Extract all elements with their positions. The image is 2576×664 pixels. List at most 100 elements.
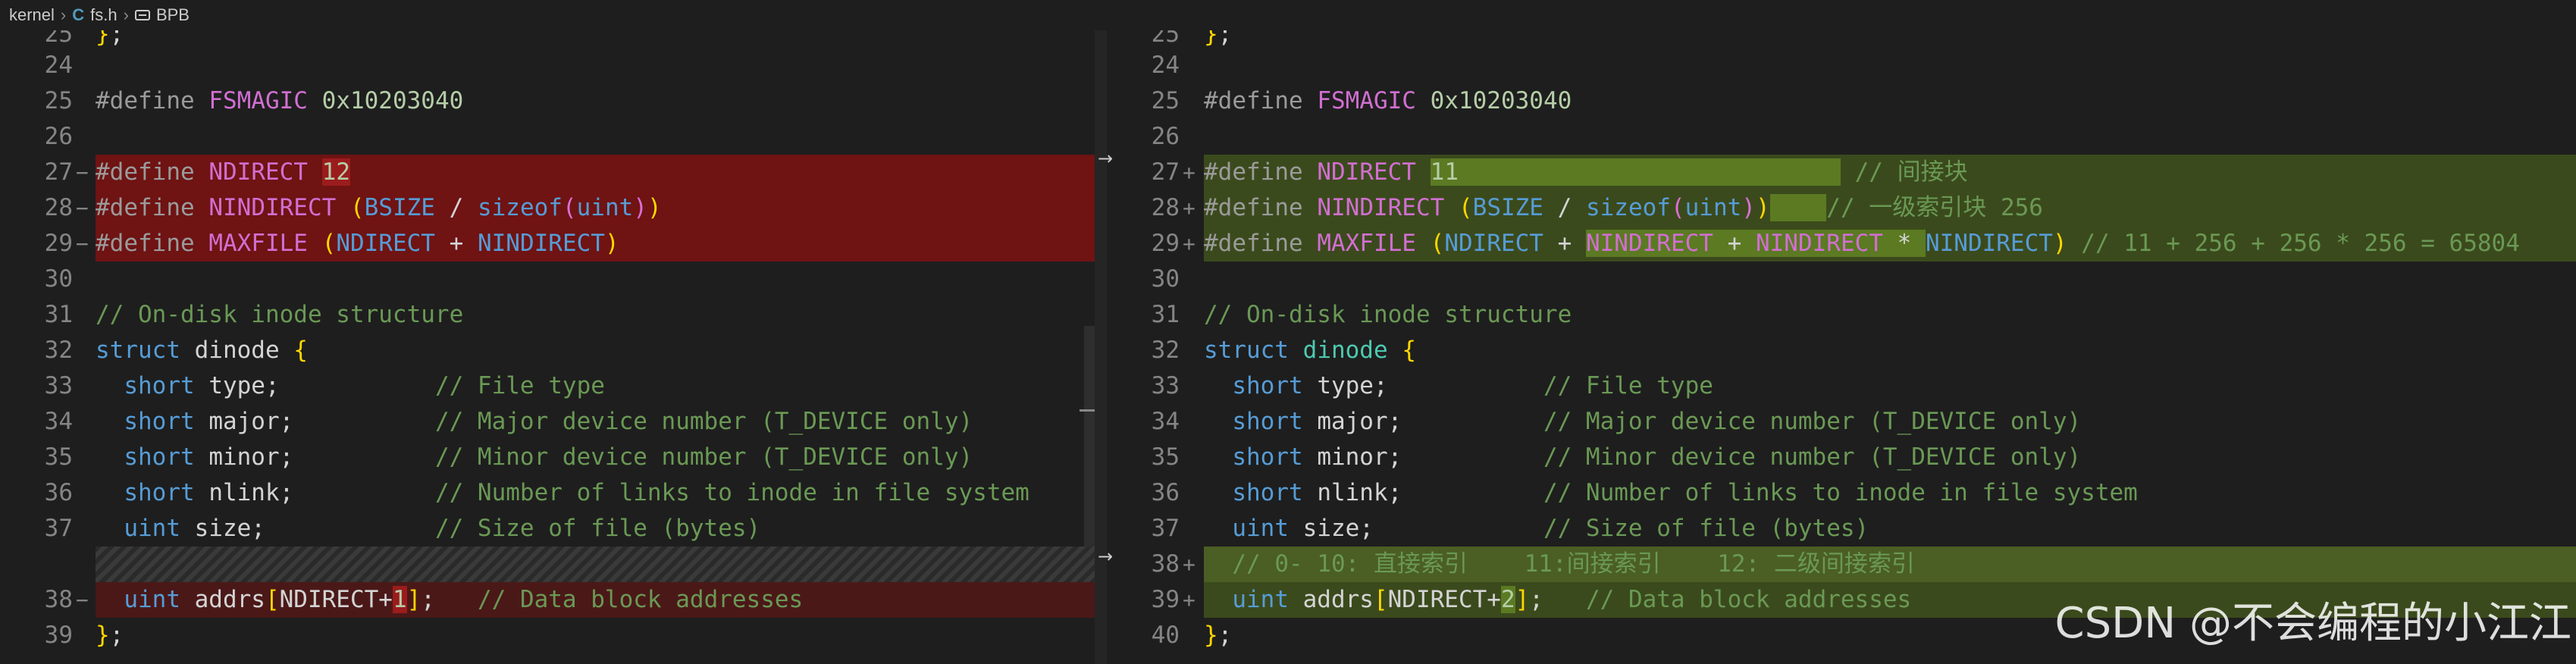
code-text: #define MAXFILE (NDIRECT + NINDIRECT) [96, 230, 619, 257]
struct-symbol-icon [134, 10, 150, 20]
code-line: 26 [0, 119, 1095, 155]
line-number: 37 [1151, 515, 1180, 542]
diff-removed-marker: − [76, 160, 89, 185]
line-number: 26 [44, 123, 73, 150]
chevron-right-icon: › [123, 5, 129, 24]
code-text: #define FSMAGIC 0x10203040 [1204, 87, 1572, 114]
line-number: 32 [1151, 337, 1180, 364]
code-text: #define MAXFILE (NDIRECT + NINDIRECT + N… [1204, 230, 2520, 257]
diff-removed-marker: − [76, 231, 89, 256]
line-number: 37 [44, 515, 73, 542]
code-line: 24 [1107, 48, 2576, 83]
code-line: 34 short major; // Major device number (… [1107, 404, 2576, 440]
code-line: 31 // On-disk inode structure [0, 297, 1095, 333]
diff-original-pane[interactable]: 25 }; 24 25 #define FSMAGIC 0x10203040 2… [0, 30, 1095, 664]
code-line: 35 short minor; // Minor device number (… [0, 440, 1095, 475]
line-number: 28 [44, 194, 73, 221]
line-number: 34 [44, 408, 73, 435]
line-number: 36 [44, 479, 73, 506]
line-number: 29 [44, 230, 73, 257]
code-line: 39 }; [0, 618, 1095, 653]
code-line: 32 struct dinode { [0, 333, 1095, 368]
diff-filler-line [0, 547, 1095, 583]
code-line: 30 [0, 262, 1095, 297]
code-line: 33 short type; // File type [1107, 368, 2576, 404]
code-line-inserted: 27 + #define NDIRECT 11 // 间接块 [1107, 155, 2576, 191]
breadcrumb-symbol-label: BPB [155, 5, 190, 24]
code-text: uint addrs[NDIRECT+1]; // Data block add… [124, 586, 804, 613]
code-text: uint size; // Size of file (bytes) [124, 515, 761, 542]
line-number: 33 [1151, 372, 1180, 399]
line-number: 29 [1151, 230, 1180, 257]
code-line: 34 short major; // Major device number (… [0, 404, 1095, 440]
breadcrumb-file[interactable]: C fs.h [72, 5, 117, 25]
line-number: 32 [44, 337, 73, 364]
code-line-inserted: 38 + // 0- 10: 直接索引 11:间接索引 12: 二级间接索引 [1107, 547, 2576, 583]
code-line: 26 [1107, 119, 2576, 155]
code-line: 37 uint size; // Size of file (bytes) [1107, 511, 2576, 547]
line-number: 31 [44, 301, 73, 328]
breadcrumb: kernel › C fs.h › BPB [0, 0, 2576, 30]
line-number: 34 [1151, 408, 1180, 435]
code-text: #define FSMAGIC 0x10203040 [96, 87, 464, 114]
diff-removed-marker: − [76, 587, 89, 612]
code-text: struct dinode { [1204, 337, 1416, 364]
line-number: 27 [44, 158, 73, 186]
diff-added-marker: + [1183, 231, 1196, 256]
line-number: 35 [1151, 443, 1180, 471]
code-line: 31 // On-disk inode structure [1107, 297, 2576, 333]
line-number: 38 [1151, 550, 1180, 578]
code-line: 33 short type; // File type [0, 368, 1095, 404]
code-text: short minor; // Minor device number (T_D… [124, 443, 973, 471]
code-text: short major; // Major device number (T_D… [124, 408, 973, 435]
code-text: #define NDIRECT 12 [96, 158, 350, 186]
line-number: 24 [44, 52, 73, 79]
diff-added-marker: + [1183, 160, 1196, 185]
code-text: uint addrs[NDIRECT+2]; // Data block add… [1232, 586, 1912, 613]
code-line-deleted: 38 − uint addrs[NDIRECT+1]; // Data bloc… [0, 582, 1095, 619]
overview-ruler-mark [1080, 409, 1095, 412]
code-line-deleted: 28 − #define NINDIRECT (BSIZE / sizeof(u… [0, 190, 1095, 227]
line-number: 25 [44, 87, 73, 114]
code-line-inserted: 29 + #define MAXFILE (NDIRECT + NINDIREC… [1107, 226, 2576, 262]
breadcrumb-file-label: fs.h [90, 5, 118, 24]
line-number: 35 [44, 443, 73, 471]
code-line-inserted: 28 + #define NINDIRECT (BSIZE / sizeof(u… [1107, 190, 2576, 227]
line-number: 39 [1151, 586, 1180, 613]
line-number: 38 [44, 586, 73, 613]
code-text: short type; // File type [124, 372, 605, 399]
code-text: uint size; // Size of file (bytes) [1232, 515, 1869, 542]
code-line: 32 struct dinode { [1107, 333, 2576, 368]
c-language-icon: C [72, 5, 85, 24]
code-text: }; [96, 622, 124, 649]
code-text: short major; // Major device number (T_D… [1232, 408, 2082, 435]
line-number: 30 [44, 265, 73, 293]
code-text: #define NINDIRECT (BSIZE / sizeof(uint)) [96, 194, 662, 221]
diff-removed-marker: − [76, 196, 89, 221]
code-line: 24 [0, 48, 1095, 83]
line-number: 36 [1151, 479, 1180, 506]
line-number: 40 [1151, 622, 1180, 649]
code-text: struct dinode { [96, 337, 308, 364]
line-number: 24 [1151, 52, 1180, 79]
code-text: }; [1204, 622, 1233, 649]
line-number: 31 [1151, 301, 1180, 328]
line-number: 26 [1151, 123, 1180, 150]
code-line-deleted: 29 − #define MAXFILE (NDIRECT + NINDIREC… [0, 226, 1095, 262]
line-number: 39 [44, 622, 73, 649]
code-line: 35 short minor; // Minor device number (… [1107, 440, 2576, 475]
code-text: // On-disk inode structure [1204, 301, 1572, 328]
line-number: 30 [1151, 265, 1180, 293]
code-text: #define NDIRECT 11 // 间接块 [1204, 158, 1968, 186]
breadcrumb-folder[interactable]: kernel [9, 5, 55, 25]
code-text: // 0- 10: 直接索引 11:间接索引 12: 二级间接索引 [1204, 550, 1915, 578]
code-line: 25 #define FSMAGIC 0x10203040 [1107, 83, 2576, 119]
watermark: CSDN @不会编程的小江江 [2054, 599, 2571, 648]
diff-added-marker: + [1183, 196, 1196, 221]
line-number: 33 [44, 372, 73, 399]
breadcrumb-symbol[interactable]: BPB [134, 5, 190, 25]
diff-modified-pane[interactable]: 25 }; 24 25 #define FSMAGIC 0x10203040 2… [1107, 30, 2576, 664]
code-line: 37 uint size; // Size of file (bytes) [0, 511, 1095, 547]
code-text: short nlink; // Number of links to inode… [124, 479, 1029, 506]
code-text: short nlink; // Number of links to inode… [1232, 479, 2138, 506]
